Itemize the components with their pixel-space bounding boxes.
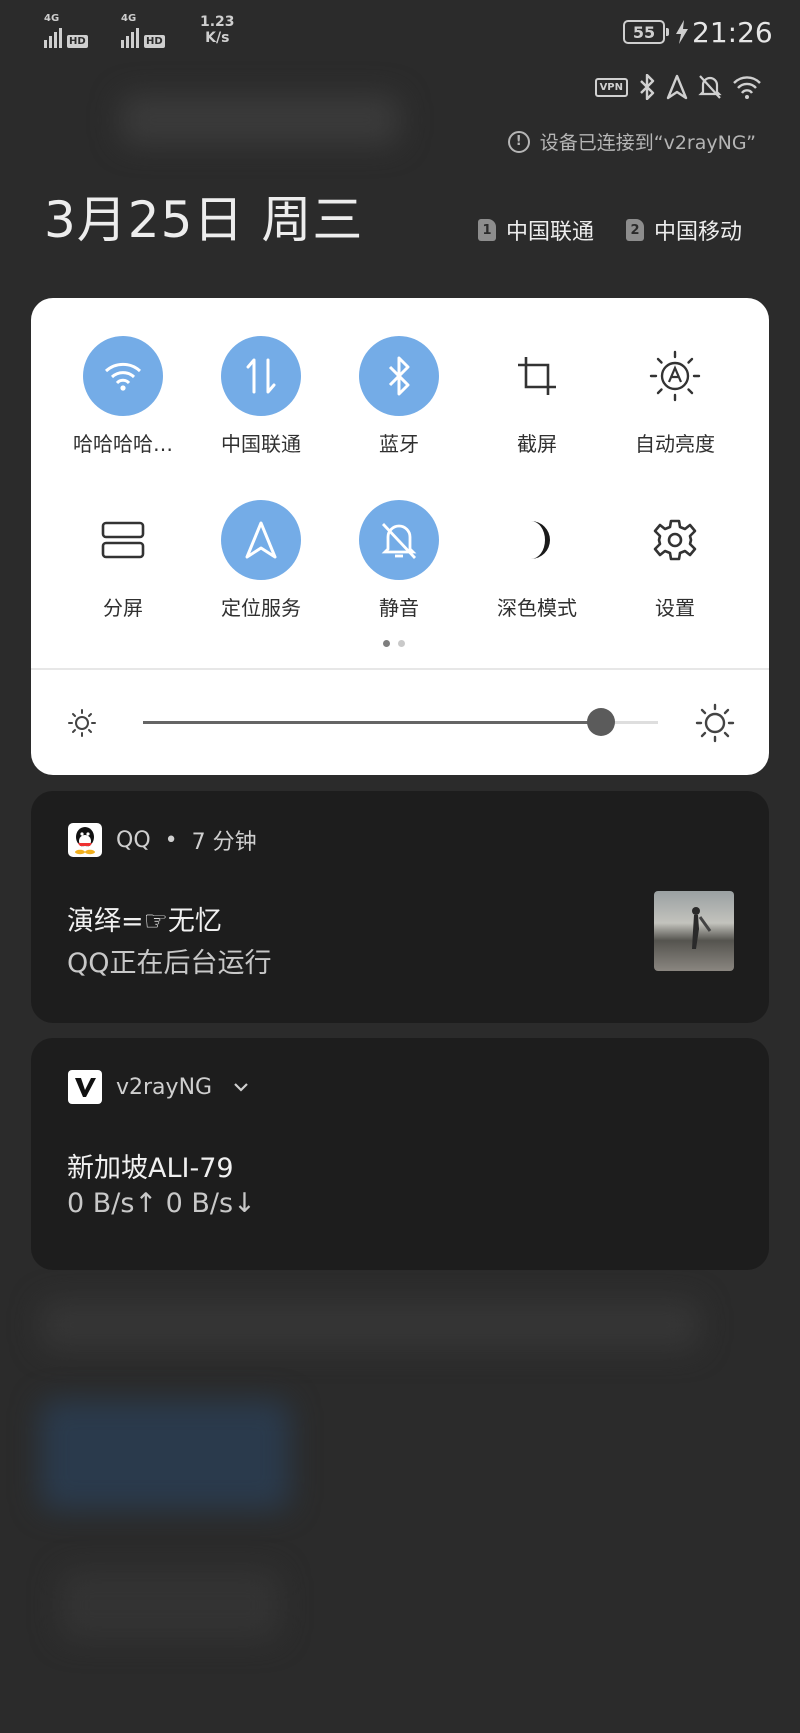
tile-mute[interactable]: 静音 <box>329 500 469 621</box>
network-speed: 1.23 K/s <box>200 14 235 46</box>
panel-divider <box>31 668 769 670</box>
vpn-notice-text: 设备已连接到“v2rayNG” <box>539 132 756 154</box>
tile-label: 自动亮度 <box>635 432 715 456</box>
tile-label: 蓝牙 <box>379 432 419 456</box>
charging-bolt-icon <box>676 20 688 44</box>
brightness-low-icon <box>68 709 96 737</box>
notification-text: 0 B/s↑ 0 B/s↓ <box>67 1188 256 1219</box>
mute-icon <box>359 500 439 580</box>
brightness-slider[interactable] <box>143 708 658 736</box>
wifi-status-icon <box>733 76 761 99</box>
auto-brightness-icon <box>635 336 715 416</box>
notification-text: QQ正在后台运行 <box>67 948 272 979</box>
notification-title: 演绎=☞无忆 <box>67 906 222 937</box>
dark-mode-icon <box>497 500 577 580</box>
tile-mobile-data[interactable]: 中国联通 <box>191 336 331 457</box>
notification-header: QQ • 7 分钟 <box>68 823 257 857</box>
clock: 21:26 <box>692 16 773 49</box>
sim1-network-type: 4G <box>44 13 60 24</box>
battery-icon: 55 <box>623 20 669 44</box>
tile-label: 分屏 <box>103 596 143 620</box>
mobile-data-icon <box>221 336 301 416</box>
crop-icon <box>497 336 577 416</box>
separator: • <box>164 827 178 853</box>
tile-wifi[interactable]: 哈哈哈哈… <box>53 336 193 457</box>
page-dot <box>398 640 405 647</box>
page-indicator <box>383 640 405 647</box>
notification-header: v2rayNG <box>68 1070 250 1104</box>
tile-label: 中国联通 <box>221 432 301 456</box>
v2rayng-logo-icon <box>68 1070 102 1104</box>
sim2-icon: 2 <box>625 219 644 241</box>
background-blur-1 <box>120 95 400 145</box>
app-name: QQ <box>116 827 151 853</box>
date-label: 3月25日 周三 <box>44 191 364 249</box>
carrier-sim1: 1 中国联通 <box>477 214 594 246</box>
location-status-icon <box>666 74 688 100</box>
tile-label: 静音 <box>379 596 419 620</box>
network-speed-value: 1.23 <box>200 14 235 30</box>
tile-label: 定位服务 <box>221 596 301 620</box>
brightness-high-icon <box>695 703 735 743</box>
mute-status-icon <box>698 75 722 99</box>
notification-time: 7 分钟 <box>191 830 257 855</box>
location-icon <box>221 500 301 580</box>
status-bar: 4G HD 4G HD 1.23 K/s 55 21:26 <box>0 0 800 64</box>
sim1-hd-badge: HD <box>67 35 88 48</box>
sim2-signal-icon: 4G HD <box>121 13 165 48</box>
brightness-slider-fill <box>143 721 602 724</box>
tile-label: 截屏 <box>517 432 557 456</box>
network-speed-unit: K/s <box>205 30 230 46</box>
chevron-down-icon[interactable] <box>232 1081 250 1093</box>
qq-logo-icon <box>68 823 102 857</box>
split-screen-icon <box>83 500 163 580</box>
tile-label: 哈哈哈哈… <box>73 432 173 456</box>
app-name: v2rayNG <box>116 1074 213 1100</box>
quick-settings-panel: 哈哈哈哈… 中国联通 蓝牙 截屏 自动亮度 分屏 定位服务 静音 深色模式 设置 <box>31 298 769 775</box>
wifi-icon <box>83 336 163 416</box>
system-icons-row: VPN <box>594 74 762 100</box>
carrier-list: 1 中国联通 2 中国移动 <box>477 214 742 246</box>
background-blur-4 <box>60 1570 280 1640</box>
background-blur-3 <box>40 1400 290 1510</box>
tile-dark-mode[interactable]: 深色模式 <box>467 500 607 621</box>
tile-bluetooth[interactable]: 蓝牙 <box>329 336 469 457</box>
sim1-signal-icon: 4G HD <box>44 13 88 48</box>
vpn-connected-notice[interactable]: ! 设备已连接到“v2rayNG” <box>507 128 756 155</box>
tile-screenshot[interactable]: 截屏 <box>467 336 607 457</box>
bluetooth-status-icon <box>640 74 655 100</box>
sim2-network-type: 4G <box>121 13 137 24</box>
sim2-hd-badge: HD <box>144 35 165 48</box>
notification-title: 新加坡ALI-79 <box>67 1153 234 1184</box>
tile-label: 设置 <box>655 596 695 620</box>
carrier-name: 中国移动 <box>653 220 742 245</box>
tile-location[interactable]: 定位服务 <box>191 500 331 621</box>
notification-qq[interactable]: QQ • 7 分钟 演绎=☞无忆 QQ正在后台运行 <box>31 791 769 1023</box>
page-dot-active <box>383 640 390 647</box>
carrier-name: 中国联通 <box>505 220 594 245</box>
battery-level: 55 <box>632 22 656 42</box>
tile-settings[interactable]: 设置 <box>605 500 745 621</box>
notification-v2rayng[interactable]: v2rayNG 新加坡ALI-79 0 B/s↑ 0 B/s↓ <box>31 1038 769 1270</box>
sim1-icon: 1 <box>477 219 496 241</box>
brightness-slider-knob[interactable] <box>587 708 616 736</box>
info-icon: ! <box>507 130 530 153</box>
vpn-icon: VPN <box>594 77 628 97</box>
background-blur-2 <box>40 1300 700 1350</box>
tile-label: 深色模式 <box>497 596 577 620</box>
notification-thumbnail <box>654 891 734 971</box>
carrier-sim2: 2 中国移动 <box>625 214 742 246</box>
tile-auto-brightness[interactable]: 自动亮度 <box>605 336 745 457</box>
gear-icon <box>635 500 715 580</box>
bluetooth-icon <box>359 336 439 416</box>
tile-split-screen[interactable]: 分屏 <box>53 500 193 621</box>
